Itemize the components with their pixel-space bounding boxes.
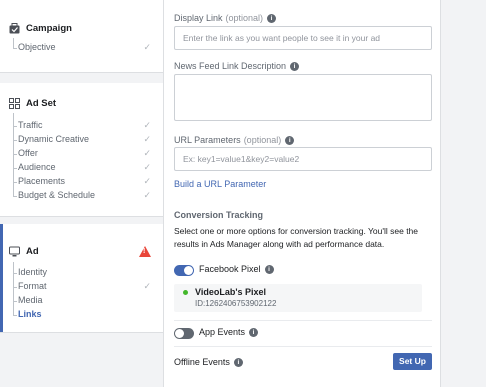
offline-events-label: Offline Events i bbox=[174, 357, 243, 367]
ad-monitor-icon bbox=[9, 246, 20, 257]
offer-check-icon: ✓ bbox=[143, 148, 151, 158]
active-section-indicator bbox=[0, 224, 3, 332]
offline-events-label-text: Offline Events bbox=[174, 357, 230, 367]
set-up-button[interactable]: Set Up bbox=[393, 353, 432, 370]
app-events-toggle-knob bbox=[175, 329, 184, 338]
news-feed-description-label: News Feed Link Description i bbox=[174, 61, 300, 71]
facebook-pixel-toggle[interactable] bbox=[174, 265, 194, 276]
adset-section: Ad Set Traffic ✓ Dynamic Creative ✓ Offe… bbox=[0, 83, 163, 217]
divider bbox=[174, 346, 432, 347]
url-parameters-label-text: URL Parameters bbox=[174, 135, 241, 145]
objective-check-icon: ✓ bbox=[143, 42, 151, 52]
links-form-panel: Display Link (optional) i Enter the link… bbox=[163, 0, 441, 387]
ad-section: Ad ! Identity Format ✓ Media Links bbox=[0, 224, 163, 333]
url-parameters-info-icon[interactable]: i bbox=[285, 135, 295, 145]
ad-tree-line bbox=[13, 262, 14, 315]
display-link-optional: (optional) bbox=[225, 13, 264, 23]
facebook-pixel-info-icon[interactable]: i bbox=[264, 264, 274, 274]
pixel-name: VideoLab's Pixel bbox=[195, 287, 267, 297]
sidebar-item-traffic[interactable]: Traffic bbox=[13, 120, 43, 130]
campaign-title: Campaign bbox=[26, 23, 72, 34]
campaign-icon bbox=[9, 23, 20, 34]
news-feed-description-label-text: News Feed Link Description bbox=[174, 61, 287, 71]
traffic-check-icon: ✓ bbox=[143, 120, 151, 130]
app-events-label-text: App Events bbox=[199, 327, 246, 337]
sidebar-item-audience[interactable]: Audience bbox=[13, 162, 56, 172]
app-events-label: App Events i bbox=[199, 327, 259, 337]
sidebar: Campaign Objective ✓ Ad Set Traffic ✓ Dy… bbox=[0, 0, 163, 387]
sidebar-item-links[interactable]: Links bbox=[13, 309, 42, 319]
facebook-pixel-label: Facebook Pixel i bbox=[199, 264, 274, 274]
sidebar-item-offer[interactable]: Offer bbox=[13, 148, 38, 158]
format-check-icon: ✓ bbox=[143, 281, 151, 291]
pixel-selector[interactable]: VideoLab's Pixel ID:1262406753902122 bbox=[174, 284, 422, 312]
display-link-label-text: Display Link bbox=[174, 13, 223, 23]
news-feed-info-icon[interactable]: i bbox=[290, 61, 300, 71]
campaign-header[interactable]: Campaign bbox=[9, 23, 72, 34]
ad-header[interactable]: Ad bbox=[9, 246, 39, 257]
pixel-active-status-icon bbox=[183, 290, 188, 295]
pixel-id: ID:1262406753902122 bbox=[195, 299, 277, 308]
build-url-parameter-link[interactable]: Build a URL Parameter bbox=[174, 179, 266, 189]
offline-events-info-icon[interactable]: i bbox=[233, 357, 243, 367]
display-link-info-icon[interactable]: i bbox=[267, 13, 277, 23]
dynamic-creative-check-icon: ✓ bbox=[143, 134, 151, 144]
campaign-tree-line bbox=[13, 38, 14, 48]
url-parameters-input[interactable]: Ex: key1=value1&key2=value2 bbox=[174, 147, 432, 171]
sidebar-item-media[interactable]: Media bbox=[13, 295, 43, 305]
display-link-label: Display Link (optional) i bbox=[174, 13, 277, 23]
sidebar-item-placements[interactable]: Placements bbox=[12, 176, 65, 186]
budget-schedule-check-icon: ✓ bbox=[143, 190, 151, 200]
placements-check-icon: ✓ bbox=[143, 176, 151, 186]
sidebar-item-budget-schedule[interactable]: Budget & Schedule bbox=[12, 190, 95, 200]
adset-grid-icon bbox=[9, 98, 20, 109]
conversion-tracking-heading: Conversion Tracking bbox=[174, 210, 264, 220]
ad-title: Ad bbox=[26, 246, 39, 257]
audience-check-icon: ✓ bbox=[143, 162, 151, 172]
warning-glyph: ! bbox=[143, 248, 146, 255]
adset-header[interactable]: Ad Set bbox=[9, 98, 56, 109]
sidebar-item-identity[interactable]: Identity bbox=[12, 267, 47, 277]
sidebar-item-format[interactable]: Format bbox=[13, 281, 47, 291]
app-events-toggle[interactable] bbox=[174, 328, 194, 339]
warning-icon: ! bbox=[139, 246, 151, 257]
sidebar-item-dynamic-creative[interactable]: Dynamic Creative bbox=[12, 134, 89, 144]
right-gutter bbox=[441, 0, 486, 387]
url-parameters-label: URL Parameters (optional) i bbox=[174, 135, 295, 145]
campaign-section: Campaign Objective ✓ bbox=[0, 0, 163, 73]
sidebar-item-objective[interactable]: Objective bbox=[13, 42, 56, 52]
news-feed-description-input[interactable] bbox=[174, 74, 432, 121]
conversion-tracking-description: Select one or more options for conversio… bbox=[174, 226, 419, 249]
adset-title: Ad Set bbox=[26, 98, 57, 109]
url-parameters-optional: (optional) bbox=[243, 135, 282, 145]
facebook-pixel-toggle-knob bbox=[184, 266, 193, 275]
facebook-pixel-label-text: Facebook Pixel bbox=[199, 264, 261, 274]
divider bbox=[174, 320, 432, 321]
app-events-info-icon[interactable]: i bbox=[249, 327, 259, 337]
display-link-input[interactable]: Enter the link as you want people to see… bbox=[174, 26, 432, 50]
